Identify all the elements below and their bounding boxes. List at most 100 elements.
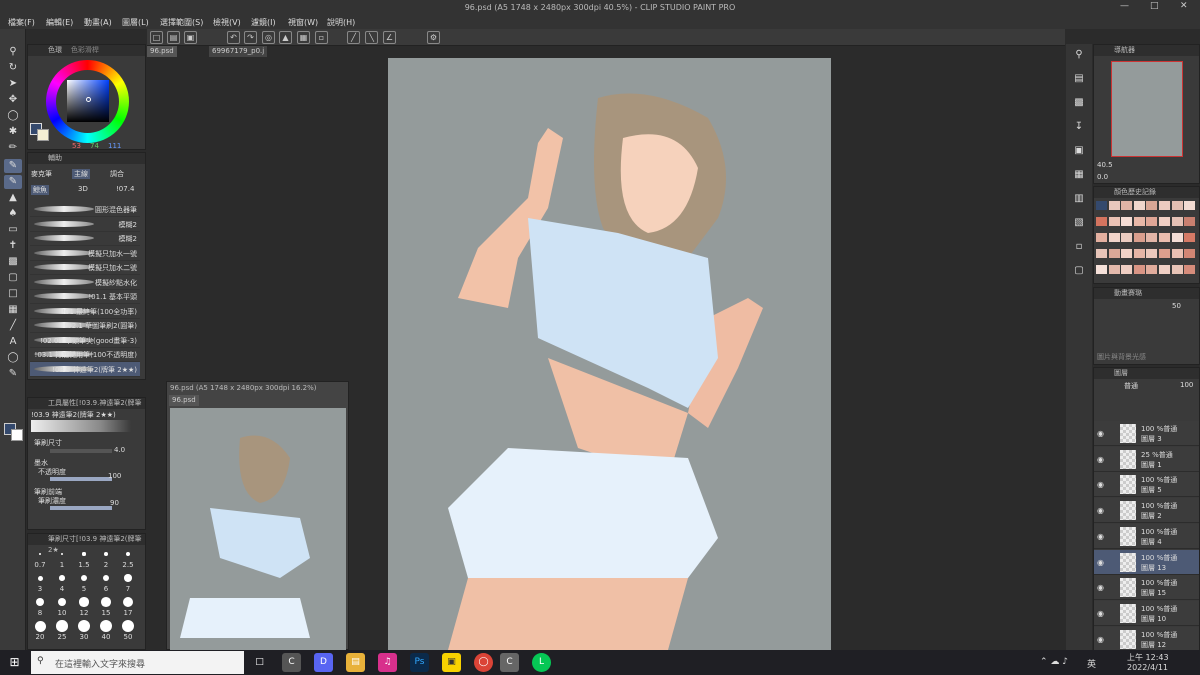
menu-selection[interactable]: 選擇範圍(S)	[160, 17, 203, 28]
eyedropper-icon[interactable]: ✏	[4, 141, 22, 155]
color-history-swatch[interactable]	[1184, 265, 1196, 274]
brush-tool-icon[interactable]: ✎	[4, 175, 22, 189]
color-history-swatch[interactable]	[1108, 249, 1120, 258]
correct-line-icon[interactable]: ✎	[4, 367, 22, 381]
color-history-swatch[interactable]	[1133, 233, 1145, 242]
magic-wand-icon[interactable]: ✱	[4, 125, 22, 139]
navigator-rotation[interactable]: 0.0	[1097, 173, 1108, 181]
dock-image-icon[interactable]: ▦	[1070, 168, 1088, 182]
menu-animation[interactable]: 動畫(A)	[84, 17, 112, 28]
layer-row[interactable]: ◉ 100 %普通 圖層 10	[1094, 600, 1199, 626]
frame-icon[interactable]: ▦	[4, 303, 22, 317]
tab-color-slider[interactable]: 色彩滑桿	[71, 46, 99, 54]
brush-size-dot[interactable]	[80, 574, 88, 582]
layer-visibility-icon[interactable]: ◉	[1097, 455, 1104, 464]
brush-size-slider[interactable]	[50, 449, 112, 453]
dock-info-icon[interactable]: ▢	[1070, 264, 1088, 278]
layer-blend-mode[interactable]: 普通	[1124, 381, 1138, 391]
color-history-swatch[interactable]	[1146, 265, 1158, 274]
line-icon[interactable]: L	[532, 653, 551, 672]
color-history-swatch[interactable]	[1121, 265, 1133, 274]
brush-size-dot[interactable]	[39, 553, 41, 555]
layer-visibility-icon[interactable]: ◉	[1097, 609, 1104, 618]
layer-opacity[interactable]: 100	[1180, 381, 1193, 389]
discord-icon[interactable]: D	[314, 653, 333, 672]
dock-material-icon[interactable]: ▩	[1070, 96, 1088, 110]
menu-edit[interactable]: 編輯(E)	[46, 17, 73, 28]
color-history-swatch[interactable]	[1184, 249, 1196, 258]
density-slider[interactable]	[50, 506, 112, 510]
brush-size-option[interactable]: 1.5	[76, 561, 92, 569]
color-history-swatch[interactable]	[1133, 217, 1145, 226]
gradient-icon[interactable]: ▢	[4, 271, 22, 285]
windows-start-icon[interactable]: ⊞	[5, 653, 24, 672]
layer-row[interactable]: ◉ 100 %普通 圖層 12	[1094, 626, 1199, 652]
redo-icon[interactable]: ↷	[244, 31, 257, 44]
transform-icon[interactable]: ▦	[297, 31, 310, 44]
color-history-swatch[interactable]	[1121, 217, 1133, 226]
open-icon[interactable]: ▤	[167, 31, 180, 44]
layer-visibility-icon[interactable]: ◉	[1097, 480, 1104, 489]
chrome-icon[interactable]: ◯	[474, 653, 493, 672]
brush-size-option[interactable]: 6	[98, 585, 114, 593]
subtool-whale[interactable]: 鯨魚	[31, 185, 49, 195]
brush-size-option[interactable]: 20	[32, 633, 48, 641]
brush-size-option[interactable]: 4	[54, 585, 70, 593]
clip-studio-icon[interactable]: C	[282, 653, 301, 672]
layer-tab[interactable]: 圖層	[1094, 368, 1199, 379]
color-history-swatch[interactable]	[1171, 201, 1183, 210]
color-history-tab[interactable]: 顏色歷史記錄	[1094, 187, 1199, 198]
color-history-swatch[interactable]	[1133, 265, 1145, 274]
color-history-swatch[interactable]	[1108, 201, 1120, 210]
menu-help[interactable]: 說明(H)	[327, 17, 355, 28]
color-history-swatch[interactable]	[1171, 265, 1183, 274]
brush-size-option[interactable]: 2.5	[120, 561, 136, 569]
layer-row[interactable]: ◉ 100 %普通 圖層 5	[1094, 472, 1199, 498]
operation-tool-icon[interactable]: ➤	[4, 77, 22, 91]
opacity-value[interactable]: 100	[108, 472, 121, 480]
tab-active-document[interactable]: 96.psd	[147, 46, 177, 57]
opacity-slider[interactable]	[50, 477, 112, 481]
brush-size-option[interactable]: 2	[98, 561, 114, 569]
dock-auto-icon[interactable]: ▫	[1070, 240, 1088, 254]
animation-cel-value[interactable]: 50	[1172, 302, 1181, 310]
ime-indicator[interactable]: 英	[1087, 657, 1096, 670]
density-value[interactable]: 90	[110, 499, 119, 507]
brush-list-item[interactable]: !01.1 基本平頭	[30, 289, 140, 304]
eraser-icon[interactable]: ▭	[4, 223, 22, 237]
menu-layer[interactable]: 圖層(L)	[122, 17, 149, 28]
brush-list-item[interactable]: !03.1 打底糙用筆(100不透明度)	[30, 347, 140, 362]
photoshop-icon[interactable]: Ps	[410, 653, 429, 672]
color-history-swatch[interactable]	[1184, 217, 1196, 226]
system-tray-icons[interactable]: ⌃ ☁ ♪	[1040, 657, 1068, 667]
task-view-icon[interactable]: □	[250, 653, 269, 672]
brush-size-option[interactable]: 3	[32, 585, 48, 593]
ruler-snap-icon[interactable]: ╲	[365, 31, 378, 44]
dock-box-icon[interactable]: ▣	[1070, 144, 1088, 158]
color-history-swatch[interactable]	[1146, 233, 1158, 242]
subtool-main-line[interactable]: 主線	[72, 169, 90, 179]
brush-list-item[interactable]: !03.9 神遠筆2(牌筆 2★★)	[30, 361, 140, 377]
brush-size-option[interactable]: 8	[32, 609, 48, 617]
lasso-tool-icon[interactable]: ◯	[4, 109, 22, 123]
color-history-swatch[interactable]	[1121, 233, 1133, 242]
brush-size-value[interactable]: 4.0	[114, 446, 125, 454]
sub-color-chip[interactable]	[37, 129, 49, 141]
menu-view[interactable]: 檢視(V)	[213, 17, 241, 28]
fill-bucket-icon[interactable]: ▩	[4, 255, 22, 269]
layer-visibility-icon[interactable]: ◉	[1097, 506, 1104, 515]
color-history-swatch[interactable]	[1171, 249, 1183, 258]
brush-size-option[interactable]: 15	[98, 609, 114, 617]
brush-list-item[interactable]: 模擬紗點水化	[30, 275, 140, 290]
color-history-swatch[interactable]	[1096, 233, 1107, 242]
ruler-tool-icon[interactable]: ╱	[4, 319, 22, 333]
color-history-swatch[interactable]	[1146, 217, 1158, 226]
dock-download-icon[interactable]: ↧	[1070, 120, 1088, 134]
color-history-swatch[interactable]	[1121, 249, 1133, 258]
tab-second-document[interactable]: 69967179_p0.j	[209, 46, 268, 57]
color-history-swatch[interactable]	[1159, 233, 1170, 242]
color-history-swatch[interactable]	[1096, 249, 1107, 258]
layer-row[interactable]: ◉ 100 %普通 圖層 4	[1094, 523, 1199, 549]
color-history-swatch[interactable]	[1146, 249, 1158, 258]
color-history-swatch[interactable]	[1096, 217, 1107, 226]
